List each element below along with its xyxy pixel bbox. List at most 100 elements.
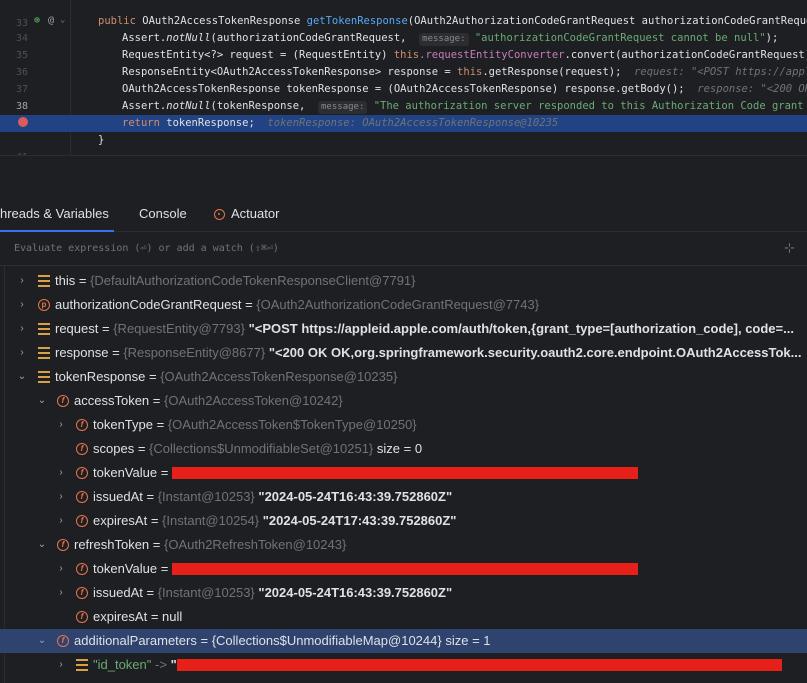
expand-arrow-icon[interactable]: › bbox=[55, 509, 67, 533]
code-token: tokenResponse; bbox=[159, 117, 255, 129]
code-string: "The authorization server responded to t… bbox=[373, 100, 807, 112]
tab-actuator[interactable]: Actuator bbox=[214, 197, 279, 231]
field-icon: f bbox=[57, 395, 69, 407]
code-token: (tokenResponse, bbox=[210, 100, 306, 112]
expand-arrow-icon[interactable]: › bbox=[16, 293, 28, 317]
variable-row-additionalParameters[interactable]: ⌄ f additionalParameters = {Collections$… bbox=[0, 629, 807, 653]
annotation-gutter-icon[interactable]: @ bbox=[48, 15, 54, 26]
tab-label: Console bbox=[139, 206, 187, 221]
collapse-arrow-icon[interactable]: ⌄ bbox=[16, 365, 28, 389]
variable-value: null bbox=[162, 609, 183, 624]
breakpoint-icon[interactable] bbox=[18, 117, 28, 127]
redacted-value bbox=[171, 467, 638, 479]
variable-row-refresh-tokenValue[interactable]: › f tokenValue = bbox=[0, 557, 807, 581]
tab-label: Actuator bbox=[231, 206, 280, 221]
variable-row-refresh-expiresAt[interactable]: f expiresAt = null bbox=[0, 605, 807, 629]
variable-name: accessToken bbox=[74, 393, 150, 408]
variable-row-expiresAt[interactable]: › f expiresAt = {Instant@10254} "2024-05… bbox=[0, 509, 807, 533]
variable-name: issuedAt bbox=[93, 585, 143, 600]
variable-row-authorizationCodeGrantRequest[interactable]: › p authorizationCodeGrantRequest = {OAu… bbox=[0, 293, 807, 317]
variable-value: "2024-05-24T16:43:39.752860Z" bbox=[258, 585, 453, 600]
variable-row-this[interactable]: › this = {DefaultAuthorizationCodeTokenR… bbox=[0, 269, 807, 293]
code-keyword: return bbox=[122, 117, 160, 129]
variable-type: {ResponseEntity@8677} bbox=[123, 345, 266, 360]
tab-label: hreads & Variables bbox=[0, 206, 109, 221]
collapse-arrow-icon[interactable]: ⌄ bbox=[36, 533, 48, 557]
expand-arrow-icon[interactable]: › bbox=[55, 485, 67, 509]
expand-arrow-icon[interactable]: › bbox=[55, 653, 67, 677]
collapse-arrow-icon[interactable]: ⌄ bbox=[36, 389, 48, 413]
evaluate-expression-input[interactable] bbox=[14, 232, 754, 265]
code-line-41[interactable]: 41 } bbox=[0, 132, 807, 155]
variable-name: authorizationCodeGrantRequest bbox=[55, 297, 242, 312]
variable-row-tokenResponse[interactable]: ⌄ tokenResponse = {OAuth2AccessTokenResp… bbox=[0, 365, 807, 389]
code-line-34[interactable]: 34 public OAuth2AccessTokenResponse getT… bbox=[0, 13, 807, 44]
expand-arrow-icon[interactable]: › bbox=[16, 317, 28, 341]
variable-row-refreshToken[interactable]: ⌄ f refreshToken = {OAuth2RefreshToken@1… bbox=[0, 533, 807, 557]
collapse-arrow-icon[interactable]: ⌄ bbox=[36, 629, 48, 653]
fold-chevron-icon[interactable]: ⌄ bbox=[60, 15, 65, 25]
parameter-icon: p bbox=[38, 299, 50, 311]
variable-name: scopes bbox=[93, 441, 135, 456]
code-string: "authorizationCodeGrantRequest cannot be… bbox=[474, 32, 766, 44]
field-icon: f bbox=[57, 635, 69, 647]
code-keyword: this bbox=[457, 66, 483, 78]
code-token: } bbox=[98, 134, 105, 146]
variable-type: {Collections$UnmodifiableMap@10244} bbox=[211, 633, 442, 648]
code-line-36[interactable]: 36 RequestEntity<?> request = (RequestEn… bbox=[0, 47, 807, 78]
code-line-40-current[interactable]: 40 return tokenResponse; tokenResponse: … bbox=[0, 115, 807, 132]
variable-row-scopes[interactable]: f scopes = {Collections$UnmodifiableSet@… bbox=[0, 437, 807, 461]
add-watch-icon[interactable]: ⊹ bbox=[784, 240, 795, 256]
code-line-37[interactable]: 37 ResponseEntity<OAuth2AccessTokenRespo… bbox=[0, 64, 807, 95]
code-line-38[interactable]: 38 OAuth2AccessTokenResponse tokenRespon… bbox=[0, 81, 807, 112]
variable-row-refresh-issuedAt[interactable]: › f issuedAt = {Instant@10253} "2024-05-… bbox=[0, 581, 807, 605]
expand-arrow-icon[interactable]: › bbox=[16, 269, 28, 293]
equals-sign: = bbox=[152, 537, 161, 552]
expand-arrow-icon[interactable]: › bbox=[55, 413, 67, 437]
variable-type: {Instant@10254} bbox=[162, 513, 260, 528]
variable-type: {RequestEntity@7793} bbox=[113, 321, 245, 336]
inline-value-hint: request: "<POST https://appleid.a bbox=[634, 66, 807, 78]
expand-arrow-icon[interactable]: › bbox=[55, 581, 67, 605]
equals-sign: = bbox=[150, 609, 159, 624]
redacted-value bbox=[176, 659, 782, 671]
variable-row-response[interactable]: › response = {ResponseEntity@8677} "<200… bbox=[0, 341, 807, 365]
code-line-39[interactable]: 39 Assert.notNull(tokenResponse, message… bbox=[0, 98, 807, 129]
variable-type: {Collections$UnmodifiableSet@10251} bbox=[149, 441, 374, 456]
variable-name: response bbox=[55, 345, 109, 360]
expand-arrow-icon[interactable]: › bbox=[55, 557, 67, 581]
variable-icon bbox=[38, 347, 50, 359]
implementation-gutter-icon[interactable]: ⊕ bbox=[34, 15, 40, 26]
variable-row-tokenType[interactable]: › f tokenType = {OAuth2AccessToken$Token… bbox=[0, 413, 807, 437]
variables-tree[interactable]: › this = {DefaultAuthorizationCodeTokenR… bbox=[0, 266, 807, 683]
code-token: RequestEntity<?> request = (RequestEntit… bbox=[122, 49, 394, 61]
variable-value: "<200 OK OK,org.springframework.security… bbox=[268, 345, 802, 360]
variable-row-issuedAt[interactable]: › f issuedAt = {Instant@10253} "2024-05-… bbox=[0, 485, 807, 509]
variable-icon bbox=[38, 371, 50, 383]
equals-sign: = bbox=[156, 417, 165, 432]
field-icon: f bbox=[57, 539, 69, 551]
expand-arrow-icon[interactable]: › bbox=[16, 341, 28, 365]
tab-console[interactable]: Console bbox=[139, 197, 187, 231]
inline-value-hint: response: "<200 OK OK,o bbox=[697, 83, 807, 95]
variable-row-id-token[interactable]: › "id_token" -> " bbox=[0, 653, 807, 677]
tab-threads-variables[interactable]: hreads & Variables bbox=[0, 197, 114, 232]
variable-icon bbox=[38, 323, 50, 335]
equals-sign: = bbox=[160, 561, 169, 576]
equals-sign: = bbox=[102, 321, 110, 336]
equals-sign: = bbox=[146, 585, 155, 600]
variable-row-accessToken[interactable]: ⌄ f accessToken = {OAuth2AccessToken@102… bbox=[0, 389, 807, 413]
code-line-35[interactable]: 35 Assert.notNull(authorizationCodeGrant… bbox=[0, 30, 807, 61]
code-editor[interactable]: 33 34 public OAuth2AccessTokenResponse g… bbox=[0, 0, 807, 155]
variable-name: expiresAt bbox=[93, 609, 148, 624]
field-icon: f bbox=[76, 563, 88, 575]
variable-name: issuedAt bbox=[93, 489, 143, 504]
variable-value: size = 0 bbox=[376, 441, 423, 456]
equals-sign: = bbox=[160, 465, 169, 480]
variable-row-request[interactable]: › request = {RequestEntity@7793} "<POST … bbox=[0, 317, 807, 341]
variable-row-tokenValue[interactable]: › f tokenValue = bbox=[0, 461, 807, 485]
field-icon: f bbox=[76, 443, 88, 455]
param-name-hint: message: bbox=[419, 33, 469, 46]
expand-arrow-icon[interactable]: › bbox=[55, 461, 67, 485]
param-name-hint: message: bbox=[318, 101, 368, 114]
